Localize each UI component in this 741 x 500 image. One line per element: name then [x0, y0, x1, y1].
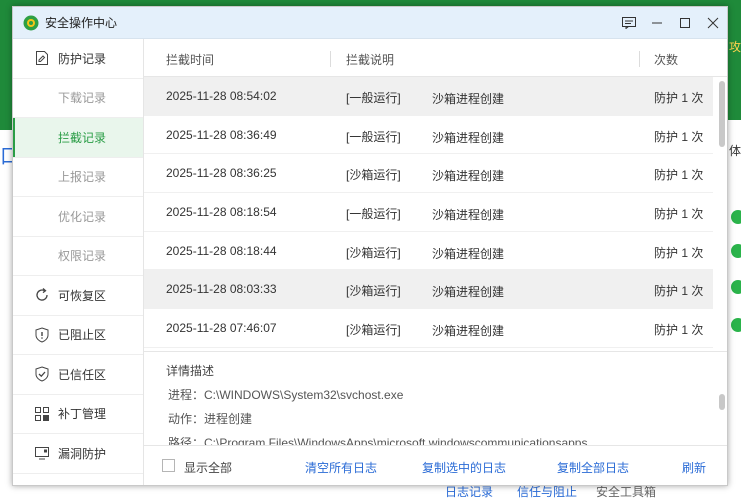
detail-panel: 详情描述 进程：C:\WINDOWS\System32\svchost.exe …: [144, 351, 727, 446]
sidebar-item-label: 补丁管理: [58, 407, 107, 422]
show-all-checkbox[interactable]: [162, 459, 175, 472]
table-row[interactable]: 2025-11-28 08:36:25 [沙箱运行] 沙箱进程创建 防护 1 次: [144, 154, 713, 194]
shield-record-icon: [34, 50, 50, 66]
table-row[interactable]: 2025-11-28 08:54:02 [一般运行] 沙箱进程创建 防护 1 次: [144, 77, 713, 116]
sidebar-item-trusted[interactable]: 已信任区: [13, 355, 143, 395]
record-table: 2025-11-28 08:54:02 [一般运行] 沙箱进程创建 防护 1 次…: [144, 77, 713, 349]
column-divider[interactable]: [330, 51, 331, 67]
background-text: 攻: [728, 40, 741, 54]
detail-process: 进程：C:\WINDOWS\System32\svchost.exe: [168, 388, 404, 402]
table-row[interactable]: 2025-11-28 07:46:07 [沙箱运行] 沙箱进程创建 防护 1 次: [144, 309, 713, 348]
background-app-left: 口: [0, 0, 20, 500]
sidebar-item-report-records[interactable]: 上报记录: [13, 158, 143, 197]
sidebar-item-label: 优化记录: [58, 209, 107, 224]
sidebar-item-intercept-records[interactable]: 拦截记录: [13, 118, 143, 158]
table-row[interactable]: 2025-11-28 08:03:33 [沙箱运行] 沙箱进程创建 防护 1 次: [144, 270, 713, 310]
sidebar-item-blocked[interactable]: 已阻止区: [13, 316, 143, 355]
detail-scrollbar[interactable]: [719, 394, 725, 410]
main-panel: 拦截时间 拦截说明 次数 2025-11-28 08:54:02 [一般运行] …: [144, 39, 727, 485]
window-title: 安全操作中心: [45, 16, 118, 30]
sidebar-item-label: 可恢复区: [58, 288, 107, 303]
refresh-button[interactable]: 刷新: [682, 459, 706, 476]
column-divider[interactable]: [639, 51, 640, 67]
app-logo-icon: [23, 15, 39, 31]
sidebar-item-label: 上报记录: [58, 170, 107, 185]
detail-action: 动作：进程创建: [168, 412, 253, 426]
blocked-icon: [34, 327, 50, 343]
clear-all-logs-button[interactable]: 清空所有日志: [305, 459, 377, 476]
sidebar-item-vulnerability-protection[interactable]: 漏洞防护: [13, 434, 143, 474]
restore-icon: [34, 287, 50, 303]
sidebar-item-optimize-records[interactable]: 优化记录: [13, 197, 143, 237]
minimize-icon[interactable]: [643, 7, 671, 39]
sidebar-item-label: 权限记录: [58, 249, 107, 264]
background-app-bottom: 日志记录 信任与阻止 安全工具箱: [0, 485, 741, 500]
close-icon[interactable]: [699, 7, 727, 39]
sidebar-item-label: 已信任区: [58, 367, 107, 382]
trusted-icon: [34, 366, 50, 382]
sidebar-item-label: 已阻止区: [58, 328, 107, 343]
table-row[interactable]: 2025-11-28 08:18:54 [一般运行] 沙箱进程创建 防护 1 次: [144, 193, 713, 232]
column-header-desc[interactable]: 拦截说明: [346, 51, 394, 68]
title-bar: 安全操作中心: [13, 7, 727, 39]
column-header-time[interactable]: 拦截时间: [166, 51, 214, 68]
sidebar-item-restorable[interactable]: 可恢复区: [13, 276, 143, 316]
security-center-dialog: 安全操作中心 防护记录 下载记录 拦截记录 上报记录 优化记录 权限记录 可恢复…: [12, 6, 728, 486]
detail-heading: 详情描述: [166, 364, 215, 378]
sidebar-item-download-records[interactable]: 下载记录: [13, 79, 143, 118]
table-scrollbar[interactable]: [719, 81, 725, 147]
table-row[interactable]: 2025-11-28 08:18:44 [沙箱运行] 沙箱进程创建 防护 1 次: [144, 232, 713, 271]
sidebar-item-permission-records[interactable]: 权限记录: [13, 237, 143, 276]
copy-selected-logs-button[interactable]: 复制选中的日志: [422, 459, 506, 476]
table-row[interactable]: 2025-11-28 08:36:49 [一般运行] 沙箱进程创建 防护 1 次: [144, 116, 713, 155]
sidebar-item-label: 漏洞防护: [58, 446, 107, 461]
show-all-label[interactable]: 显示全部: [184, 459, 232, 476]
sidebar: 防护记录 下载记录 拦截记录 上报记录 优化记录 权限记录 可恢复区 已阻止区: [13, 39, 144, 485]
patch-icon: [34, 406, 50, 422]
maximize-icon[interactable]: [671, 7, 699, 39]
feedback-icon[interactable]: [615, 7, 643, 39]
table-header: 拦截时间 拦截说明 次数: [144, 39, 727, 77]
background-text: 体: [728, 144, 741, 158]
sidebar-item-protection-records[interactable]: 防护记录: [13, 39, 143, 79]
column-header-count[interactable]: 次数: [654, 51, 678, 68]
sidebar-item-label: 下载记录: [58, 91, 107, 106]
sidebar-item-label: 拦截记录: [58, 130, 107, 145]
sidebar-item-patch-management[interactable]: 补丁管理: [13, 395, 143, 434]
footer-bar: 显示全部 清空所有日志 复制选中的日志 复制全部日志 刷新: [144, 445, 727, 485]
vulnerability-icon: [34, 445, 50, 461]
sidebar-item-label: 防护记录: [58, 51, 107, 66]
background-app-right: 攻 体: [728, 0, 741, 500]
copy-all-logs-button[interactable]: 复制全部日志: [557, 459, 629, 476]
